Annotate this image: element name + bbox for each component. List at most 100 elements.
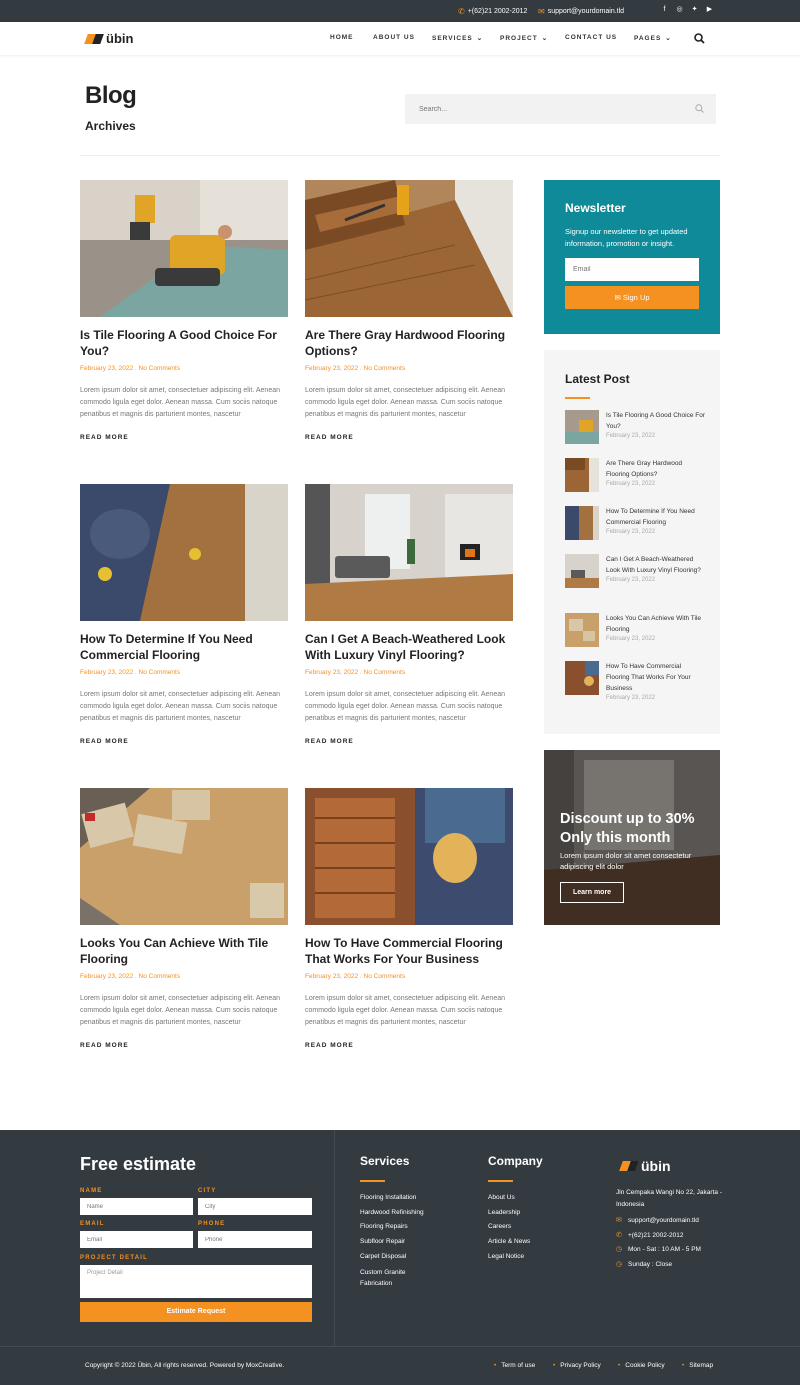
learn-more-button[interactable]: Learn more	[560, 882, 624, 903]
footer-phone: +(62)21 2002-2012	[628, 1231, 684, 1239]
footer-horizontal-divider	[0, 1346, 800, 1347]
footer-service-link[interactable]: Flooring Repairs	[360, 1220, 470, 1235]
post-title[interactable]: Is Tile Flooring A Good Choice For You?	[80, 327, 288, 359]
post-comments[interactable]: No Comments	[139, 365, 181, 372]
post-date[interactable]: February 23, 2022	[305, 669, 358, 676]
read-more-link[interactable]: READ MORE	[80, 434, 288, 441]
post-title[interactable]: Can I Get A Beach-Weathered Look With Lu…	[305, 631, 513, 663]
footer-logo[interactable]: übin	[619, 1158, 671, 1174]
latest-post-thumb[interactable]	[565, 661, 599, 695]
footer-email-row[interactable]: ✉ support@yourdomain.tld	[616, 1214, 726, 1229]
envelope-icon: ✉	[614, 293, 621, 302]
footer-link-cookie[interactable]: • Cookie Policy	[618, 1362, 665, 1369]
latest-post-thumb[interactable]	[565, 506, 599, 540]
post-title[interactable]: How To Have Commercial Flooring That Wor…	[305, 935, 513, 967]
search-icon[interactable]	[694, 33, 705, 44]
footer-link-sitemap[interactable]: • Sitemap	[682, 1362, 713, 1369]
phone-input[interactable]	[198, 1231, 312, 1248]
youtube-icon[interactable]: ▶	[705, 5, 714, 15]
latest-post-item[interactable]: How To Have Commercial Flooring That Wor…	[565, 661, 706, 701]
post-comments[interactable]: No Comments	[364, 669, 406, 676]
read-more-link[interactable]: READ MORE	[305, 738, 513, 745]
post-image-gloved-worker[interactable]	[305, 788, 513, 925]
footer-company-link[interactable]: Article & News	[488, 1235, 530, 1250]
latest-post-item[interactable]: How To Determine If You Need Commercial …	[565, 506, 706, 540]
latest-post-thumb[interactable]	[565, 554, 599, 588]
estimate-request-button[interactable]: Estimate Request	[80, 1302, 312, 1322]
footer-link-term[interactable]: • Term of use	[494, 1362, 535, 1369]
footer-hours: Mon - Sat : 10 AM - 5 PM	[628, 1246, 701, 1254]
post-image-living-room[interactable]	[305, 484, 513, 621]
nav-pages[interactable]: PAGES ⌄	[634, 34, 672, 42]
nav-about[interactable]: ABOUT US	[373, 34, 415, 41]
post-date[interactable]: February 23, 2022	[80, 973, 133, 980]
read-more-link[interactable]: READ MORE	[80, 1042, 288, 1049]
footer-service-link[interactable]: Hardwood Refinishing	[360, 1206, 470, 1221]
post-comments[interactable]: No Comments	[364, 973, 406, 980]
title-underline	[360, 1180, 385, 1182]
email-input[interactable]	[80, 1231, 193, 1248]
post-meta: February 23, 2022 . No Comments	[305, 365, 406, 372]
facebook-icon[interactable]: f	[660, 5, 669, 15]
post-comments[interactable]: No Comments	[364, 365, 406, 372]
latest-post-link[interactable]: Are There Gray Hardwood Flooring Options…	[606, 458, 706, 480]
footer-company-link[interactable]: Leadership	[488, 1206, 530, 1221]
footer-company-link[interactable]: Legal Notice	[488, 1250, 530, 1265]
search-icon[interactable]	[695, 104, 704, 113]
city-input[interactable]	[198, 1198, 312, 1215]
nav-contact[interactable]: CONTACT US	[565, 34, 617, 41]
signup-button[interactable]: ✉ Sign Up	[565, 286, 699, 309]
latest-post-thumb[interactable]	[565, 410, 599, 444]
latest-post-link[interactable]: Is Tile Flooring A Good Choice For You?	[606, 410, 706, 432]
twitter-icon[interactable]: ✦	[690, 5, 699, 15]
nav-services[interactable]: SERVICES ⌄	[432, 34, 483, 42]
site-logo[interactable]: übin	[84, 31, 133, 46]
post-date[interactable]: February 23, 2022	[80, 669, 133, 676]
read-more-link[interactable]: READ MORE	[305, 434, 513, 441]
nav-home[interactable]: HOME	[330, 34, 354, 41]
footer-service-link[interactable]: Flooring Installation	[360, 1191, 470, 1206]
topbar-phone[interactable]: ✆ +(62)21 2002-2012	[458, 7, 527, 16]
footer-service-link[interactable]: Carpet Disposal	[360, 1250, 470, 1265]
footer-service-link[interactable]: Subfloor Repair	[360, 1235, 470, 1250]
footer-service-link[interactable]: Custom Granite Fabrication	[360, 1267, 430, 1289]
latest-post-item[interactable]: Are There Gray Hardwood Flooring Options…	[565, 458, 706, 492]
latest-post-link[interactable]: How To Have Commercial Flooring That Wor…	[606, 661, 706, 694]
post-title[interactable]: How To Determine If You Need Commercial …	[80, 631, 288, 663]
post-image-herringbone-boxes[interactable]	[80, 788, 288, 925]
footer-link-privacy[interactable]: • Privacy Policy	[553, 1362, 601, 1369]
post-comments[interactable]: No Comments	[139, 669, 181, 676]
latest-post-thumb[interactable]	[565, 613, 599, 647]
post-title[interactable]: Are There Gray Hardwood Flooring Options…	[305, 327, 513, 359]
footer-company-link[interactable]: Careers	[488, 1220, 530, 1235]
post-image-hardwood-planks[interactable]	[305, 180, 513, 317]
nav-project-label: PROJECT	[500, 35, 538, 42]
footer-company-link[interactable]: About Us	[488, 1191, 530, 1206]
latest-post-item[interactable]: Is Tile Flooring A Good Choice For You? F…	[565, 410, 706, 444]
post-image-worker-tiling[interactable]	[80, 180, 288, 317]
post-date[interactable]: February 23, 2022	[80, 365, 133, 372]
project-detail-textarea[interactable]: Project Detail	[80, 1265, 312, 1298]
latest-post-link[interactable]: Looks You Can Achieve With Tile Flooring	[606, 613, 706, 635]
post-image-measuring-floor[interactable]	[80, 484, 288, 621]
post-title[interactable]: Looks You Can Achieve With Tile Flooring	[80, 935, 288, 967]
footer-phone-row[interactable]: ✆ +(62)21 2002-2012	[616, 1229, 726, 1244]
search-input[interactable]	[405, 94, 675, 124]
label-phone: PHONE	[198, 1221, 226, 1227]
latest-post-link[interactable]: How To Determine If You Need Commercial …	[606, 506, 706, 528]
read-more-link[interactable]: READ MORE	[80, 738, 288, 745]
name-input[interactable]	[80, 1198, 193, 1215]
post-comments[interactable]: No Comments	[139, 973, 181, 980]
post-date[interactable]: February 23, 2022	[305, 365, 358, 372]
instagram-icon[interactable]: ◎	[675, 5, 684, 15]
blog-search	[405, 94, 716, 124]
topbar-email[interactable]: ✉ support@yourdomain.tld	[538, 7, 624, 16]
read-more-link[interactable]: READ MORE	[305, 1042, 513, 1049]
latest-post-item[interactable]: Looks You Can Achieve With Tile Flooring…	[565, 613, 706, 647]
nav-project[interactable]: PROJECT ⌄	[500, 34, 548, 42]
latest-post-link[interactable]: Can I Get A Beach-Weathered Look With Lu…	[606, 554, 706, 576]
newsletter-email-input[interactable]	[565, 258, 699, 281]
latest-post-thumb[interactable]	[565, 458, 599, 492]
post-date[interactable]: February 23, 2022	[305, 973, 358, 980]
latest-post-item[interactable]: Can I Get A Beach-Weathered Look With Lu…	[565, 554, 706, 588]
